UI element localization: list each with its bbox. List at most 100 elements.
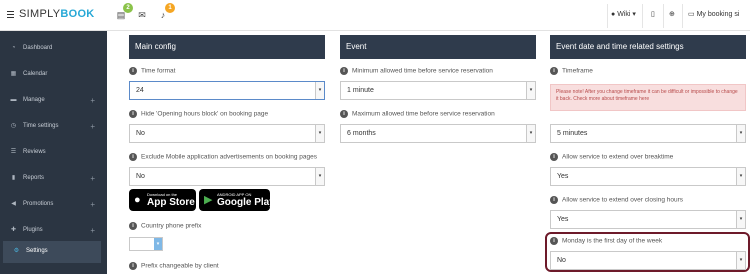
exclude-ads-select[interactable]: No ▾ <box>129 167 325 186</box>
bell-icon[interactable]: ♪ 1 <box>157 3 175 21</box>
dropdown-arrow-icon: ▾ <box>154 238 162 250</box>
min-time-select[interactable]: 1 minute ▾ <box>340 81 536 100</box>
dropdown-arrow-icon: ▾ <box>736 252 745 269</box>
extend-closing-select[interactable]: Yes ▾ <box>550 210 746 229</box>
info-icon[interactable]: i <box>340 67 348 75</box>
divider <box>663 4 664 28</box>
expand-icon[interactable]: + <box>90 122 95 131</box>
event-date-header: Event date and time related settings <box>550 35 746 59</box>
event-header: Event <box>340 35 536 59</box>
app-store-button[interactable]: ● Download on the App Store <box>129 189 196 211</box>
monday-first-select[interactable]: No ▾ <box>550 251 746 270</box>
sidebar-item-dashboard[interactable]: ◔ Dashboard <box>0 38 107 60</box>
mobile-icon[interactable]: ▯ <box>651 10 655 18</box>
max-time-select[interactable]: 6 months ▾ <box>340 124 536 143</box>
sidebar-item-plugins[interactable]: ✚ Plugins + <box>0 220 107 242</box>
hide-hours-label: i Hide 'Opening hours block' on booking p… <box>129 110 268 118</box>
monitor-icon: ▭ <box>688 11 695 18</box>
phone-prefix-select[interactable]: ▾ <box>129 237 163 251</box>
sidebar-item-manage[interactable]: ▬ Manage + <box>0 90 107 112</box>
expand-icon[interactable]: + <box>90 174 95 183</box>
manage-icon: ▬ <box>10 97 17 103</box>
promotions-icon: ◀ <box>11 201 16 207</box>
dropdown-arrow-icon: ▾ <box>315 168 324 185</box>
sidebar-item-label: Reviews <box>23 149 46 155</box>
user-icon: ● <box>611 11 616 18</box>
divider <box>682 4 683 28</box>
plugins-icon: ✚ <box>10 227 17 233</box>
sidebar-item-label: Reports <box>23 175 45 181</box>
min-time-label: i Minimum allowed time before service res… <box>340 67 493 75</box>
calendar-icon: ▦ <box>10 71 17 77</box>
expand-icon[interactable]: + <box>90 200 95 209</box>
info-icon[interactable]: i <box>340 110 348 118</box>
menu-icon[interactable] <box>7 11 14 18</box>
dropdown-arrow-icon: ▾ <box>526 125 535 142</box>
info-icon[interactable]: i <box>550 196 558 204</box>
bell-badge: 1 <box>165 3 175 13</box>
google-play-button[interactable]: ▶ ANDROID APP ON Google Play <box>199 189 275 211</box>
dropdown-arrow-icon: ▾ <box>736 125 745 142</box>
timeframe-select[interactable]: 5 minutes ▾ <box>550 124 746 143</box>
divider <box>607 4 608 28</box>
info-icon[interactable]: i <box>129 110 137 118</box>
site-menu[interactable]: ▭ My booking si <box>688 10 739 18</box>
sidebar-item-label: Dashboard <box>23 45 53 51</box>
apple-icon: ● <box>134 194 141 206</box>
extend-closing-label: i Allow service to extend over closing ho… <box>550 196 683 204</box>
sidebar-item-reports[interactable]: ▮ Reports + <box>0 168 107 190</box>
expand-icon[interactable]: + <box>90 96 95 105</box>
caret-down-icon: ▾ <box>632 11 636 18</box>
divider <box>642 4 643 28</box>
phone-prefix-label: i Country phone prefix <box>129 222 201 230</box>
monday-first-label: i Monday is the first day of the week <box>550 237 662 245</box>
play-icon: ▶ <box>204 194 213 206</box>
info-icon[interactable]: i <box>129 67 137 75</box>
sidebar-item-settings[interactable]: ⚙ Settings <box>3 241 101 263</box>
dashboard-icon: ◔ <box>11 45 16 51</box>
info-icon[interactable]: i <box>550 153 558 161</box>
sidebar-item-label: Time settings <box>23 123 59 129</box>
prefix-changeable-label: i Prefix changeable by client <box>129 262 219 270</box>
sidebar-item-label: Calendar <box>23 71 48 77</box>
dropdown-arrow-icon: ▾ <box>736 168 745 185</box>
info-icon[interactable]: i <box>129 262 137 270</box>
reviews-icon: ☰ <box>10 149 17 155</box>
clock-icon: ◷ <box>10 123 17 129</box>
info-icon[interactable]: i <box>129 153 137 161</box>
expand-icon[interactable]: + <box>90 226 95 235</box>
sidebar-item-label: Settings <box>26 248 48 254</box>
tasks-badge: 2 <box>123 3 133 13</box>
google-play-text: Google Play <box>217 197 275 208</box>
sidebar-item-label: Plugins <box>23 227 43 233</box>
globe-icon[interactable]: ⊕ <box>669 10 675 18</box>
extend-breaktime-label: i Allow service to extend over breaktime <box>550 153 673 161</box>
app-store-text: App Store <box>147 197 195 208</box>
info-icon[interactable]: i <box>550 67 558 75</box>
sidebar-item-label: Promotions <box>23 201 54 207</box>
dropdown-arrow-icon: ▾ <box>526 82 535 99</box>
top-bar: SIMPLYBOOK ▤ 2 ✉ ♪ 1 ● Wiki ▾ ▯ ⊕ ▭ My b… <box>0 0 750 31</box>
dropdown-arrow-icon: ▾ <box>315 82 324 99</box>
reports-icon: ▮ <box>11 175 16 181</box>
sidebar-item-calendar[interactable]: ▦ Calendar <box>0 64 107 86</box>
timeframe-label: i Timeframe <box>550 67 593 75</box>
max-time-label: i Maximum allowed time before service res… <box>340 110 495 118</box>
settings-icon: ⚙ <box>13 248 20 254</box>
tasks-icon[interactable]: ▤ 2 <box>115 3 133 21</box>
sidebar-item-reviews[interactable]: ☰ Reviews <box>0 142 107 164</box>
logo[interactable]: SIMPLYBOOK <box>19 8 95 20</box>
info-icon[interactable]: i <box>129 222 137 230</box>
hide-hours-select[interactable]: No ▾ <box>129 124 325 143</box>
exclude-ads-label: i Exclude Mobile application advertisemen… <box>129 153 317 161</box>
sidebar-item-promotions[interactable]: ◀ Promotions + <box>0 194 107 216</box>
time-format-select[interactable]: 24 ▾ <box>129 81 325 100</box>
extend-breaktime-select[interactable]: Yes ▾ <box>550 167 746 186</box>
user-menu[interactable]: ● Wiki ▾ <box>611 10 636 18</box>
info-icon[interactable]: i <box>550 237 558 245</box>
main-config-header: Main config <box>129 35 325 59</box>
dropdown-arrow-icon: ▾ <box>315 125 324 142</box>
sidebar-item-time-settings[interactable]: ◷ Time settings + <box>0 116 107 138</box>
sidebar-item-label: Manage <box>23 97 45 103</box>
mail-icon[interactable]: ✉ <box>136 9 148 21</box>
